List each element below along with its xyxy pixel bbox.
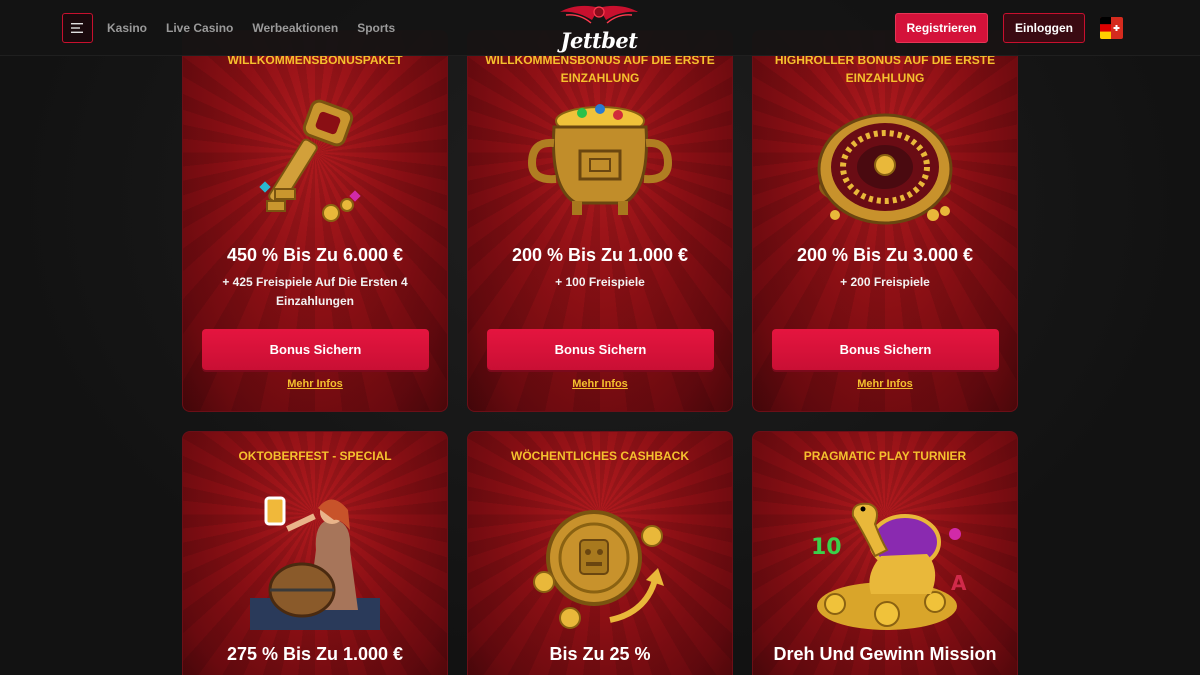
more-info-link[interactable]: Mehr Infos [753, 378, 1017, 390]
gold-pot-icon [527, 104, 673, 215]
beer-barrel-woman-icon [250, 496, 380, 630]
card-amount: 450 % Bis Zu 6.000 € [226, 245, 404, 265]
promo-card-welcome-package: WILLKOMMENSBONUSPAKET 450 % Bis Zu 6.000… [182, 30, 448, 412]
card-amount: 200 % Bis Zu 3.000 € [796, 245, 974, 265]
card-title: WILLKOMMENSBONUS AUF DIE ERSTE EINZAHLUN… [485, 53, 715, 85]
promo-card-oktoberfest: OKTOBERFEST - SPECIAL 275 % Bis Zu 1.000… [182, 431, 448, 675]
card-title: PRAGMATIC PLAY TURNIER [803, 449, 967, 463]
golden-turtle-icon: 10 A [811, 502, 967, 630]
nav-link-kasino[interactable]: Kasino [107, 21, 147, 35]
card-title: HIGHROLLER BONUS AUF DIE ERSTE EINZAHLUN… [774, 53, 996, 85]
register-button[interactable]: Registrieren [895, 13, 988, 43]
menu-button[interactable] [62, 13, 93, 43]
bonus-claim-button[interactable]: Bonus Sichern [772, 329, 999, 370]
golden-key-icon [259, 99, 361, 222]
top-navigation-bar: Kasino Live Casino Werbeaktionen Sports … [0, 0, 1200, 56]
main-nav: Kasino Live Casino Werbeaktionen Sports [107, 0, 395, 56]
golden-coin-cashback-icon [533, 510, 664, 629]
card-subtitle: + 100 Freispiele [555, 275, 645, 289]
promo-card-welcome-first-deposit: WILLKOMMENSBONUS AUF DIE ERSTE EINZAHLUN… [467, 30, 733, 412]
nav-link-live-casino[interactable]: Live Casino [166, 21, 233, 35]
logo-text: Jettbet [560, 28, 638, 53]
card-title: WÖCHENTLICHES CASHBACK [511, 449, 689, 463]
card-title: OKTOBERFEST - SPECIAL [238, 449, 392, 463]
promo-card-weekly-cashback: WÖCHENTLICHES CASHBACK Bis Zu 25 % [467, 431, 733, 675]
card-subtitle: + 200 Freispiele [840, 275, 930, 289]
german-swiss-flag-icon[interactable] [1100, 17, 1123, 39]
promo-card-pragmatic-tournament: PRAGMATIC PLAY TURNIER 10 A Dreh Und Gew… [752, 431, 1018, 675]
hamburger-icon [70, 23, 83, 33]
card-amount: Dreh Und Gewinn Mission [773, 644, 997, 664]
svg-text:10: 10 [811, 535, 842, 560]
nav-link-sports[interactable]: Sports [357, 21, 395, 35]
logo[interactable]: Jettbet [556, 2, 642, 54]
more-info-link[interactable]: Mehr Infos [183, 378, 447, 390]
login-button[interactable]: Einloggen [1003, 13, 1085, 43]
bonus-claim-button[interactable]: Bonus Sichern [487, 329, 714, 370]
card-amount: 200 % Bis Zu 1.000 € [511, 245, 689, 265]
promo-card-highroller: HIGHROLLER BONUS AUF DIE ERSTE EINZAHLUN… [752, 30, 1018, 412]
bonus-claim-button[interactable]: Bonus Sichern [202, 329, 429, 370]
nav-link-werbeaktionen[interactable]: Werbeaktionen [252, 21, 338, 35]
svg-text:A: A [951, 571, 967, 595]
more-info-link[interactable]: Mehr Infos [468, 378, 732, 390]
roulette-wheel-icon [817, 113, 953, 225]
card-amount: 275 % Bis Zu 1.000 € [226, 644, 404, 664]
card-amount: Bis Zu 25 % [549, 644, 651, 664]
card-subtitle: + 425 Freispiele Auf Die Ersten 4 Einzah… [222, 275, 408, 308]
